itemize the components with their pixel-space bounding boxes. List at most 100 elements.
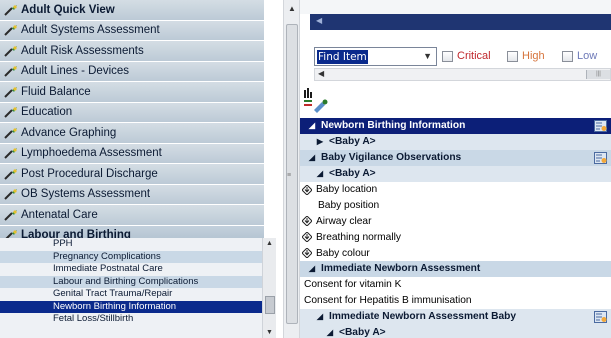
grid-row[interactable]: Consent for Hepatitis B immunisation bbox=[300, 292, 611, 309]
grid-row[interactable]: Consent for vitamin K bbox=[300, 276, 611, 293]
section-item[interactable]: Labour and Birthing Complications bbox=[0, 275, 262, 288]
grid-row-label: Baby Vigilance Observations bbox=[321, 152, 462, 164]
column-header-bar: ◀ bbox=[310, 14, 611, 30]
band-wand-icon bbox=[4, 45, 17, 57]
insert-row-icon[interactable] bbox=[594, 151, 607, 164]
scroll-thumb[interactable]: ||| bbox=[586, 70, 610, 79]
grip-icon: ≡ bbox=[287, 172, 292, 179]
high-filter[interactable]: High bbox=[507, 50, 545, 62]
grid-row[interactable]: ◢ Immediate Newborn Assessment Baby bbox=[300, 308, 611, 325]
scroll-thumb[interactable] bbox=[265, 296, 275, 314]
collapse-arrow-icon[interactable]: ◢ bbox=[306, 153, 318, 162]
band-list-scrollbar[interactable]: ▲ ≡ bbox=[283, 0, 300, 338]
insert-row-icon[interactable] bbox=[594, 310, 607, 323]
band-wand-icon bbox=[4, 4, 17, 16]
band-label: Adult Lines - Devices bbox=[21, 65, 130, 78]
band-label: Adult Risk Assessments bbox=[21, 44, 144, 57]
band-item[interactable]: Advance Graphing bbox=[0, 123, 264, 144]
low-filter[interactable]: Low bbox=[562, 50, 597, 62]
grid-row[interactable]: Baby position bbox=[300, 197, 611, 214]
view-options-icons[interactable] bbox=[301, 86, 331, 114]
find-item-combobox[interactable]: Find Item ▼ bbox=[314, 47, 437, 66]
high-checkbox[interactable] bbox=[507, 50, 518, 62]
chevron-down-icon[interactable]: ▼ bbox=[423, 51, 432, 61]
section-item[interactable]: Pregnancy Complications bbox=[0, 250, 262, 263]
section-item[interactable]: Genital Tract Trauma/Repair bbox=[0, 288, 262, 301]
collapse-arrow-icon[interactable]: ◢ bbox=[324, 328, 336, 337]
scroll-left-arrow-icon[interactable]: ◀ bbox=[318, 69, 324, 78]
section-list: PPH Pregnancy Complications Immediate Post… bbox=[0, 238, 262, 338]
section-item[interactable]: Immediate Postnatal Care bbox=[0, 263, 262, 276]
header-strip bbox=[300, 0, 611, 14]
grid-row-label: <Baby A> bbox=[329, 136, 376, 148]
band-item[interactable]: Adult Lines - Devices bbox=[0, 61, 264, 82]
grid-row[interactable]: Airway clear bbox=[300, 213, 611, 230]
high-label: High bbox=[522, 50, 545, 62]
grid-row-label: Immediate Newborn Assessment Baby bbox=[329, 311, 517, 323]
grid-row-label: Immediate Newborn Assessment bbox=[321, 263, 481, 275]
band-label: Adult Systems Assessment bbox=[21, 24, 160, 37]
band-label: Fluid Balance bbox=[21, 85, 91, 98]
grid-row[interactable]: Baby colour bbox=[300, 245, 611, 262]
critical-filter[interactable]: Critical bbox=[442, 50, 491, 62]
band-item[interactable]: Post Procedural Discharge bbox=[0, 164, 264, 185]
band-label: Lymphoedema Assessment bbox=[21, 147, 162, 160]
grid-row[interactable]: Breathing normally bbox=[300, 229, 611, 246]
low-checkbox[interactable] bbox=[562, 50, 573, 62]
grid-row-label: Baby position bbox=[318, 199, 380, 211]
grid-row-label: Baby colour bbox=[316, 247, 370, 259]
grid-row[interactable]: ◢ Baby Vigilance Observations bbox=[300, 149, 611, 166]
critical-checkbox[interactable] bbox=[442, 50, 453, 62]
collapse-arrow-icon[interactable]: ◢ bbox=[306, 121, 318, 130]
grid-row[interactable]: ◢ <Baby A> bbox=[300, 324, 611, 338]
grid-row-label: Breathing normally bbox=[316, 231, 401, 243]
find-item-text[interactable]: Find Item bbox=[317, 49, 368, 64]
scroll-up-arrow-icon[interactable]: ▲ bbox=[288, 4, 296, 13]
band-label: OB Systems Assessment bbox=[21, 188, 151, 201]
band-item[interactable]: Adult Systems Assessment bbox=[0, 20, 264, 41]
band-label: Adult Quick View bbox=[21, 3, 115, 16]
band-label: Education bbox=[21, 106, 73, 119]
band-item[interactable]: Antenatal Care bbox=[0, 205, 264, 226]
collapse-arrow-icon[interactable]: ◢ bbox=[314, 312, 326, 321]
grid-row[interactable]: ◢ Newborn Birthing Information bbox=[300, 118, 611, 134]
critical-label: Critical bbox=[457, 50, 491, 62]
grid-row[interactable]: ◢ <Baby A> bbox=[300, 165, 611, 182]
documentation-pane: ◀ Find Item ▼ Critical High Low ◀ ||| ◢ N… bbox=[300, 0, 611, 338]
collapse-arrow-icon[interactable]: ◢ bbox=[314, 169, 326, 178]
required-diamond-icon bbox=[302, 248, 312, 259]
grid-row-label: Airway clear bbox=[316, 215, 372, 227]
expand-arrow-icon[interactable]: ▶ bbox=[314, 137, 326, 146]
scroll-down-arrow-icon[interactable]: ▼ bbox=[266, 329, 273, 336]
section-item[interactable]: PPH bbox=[0, 238, 262, 251]
documentation-grid: ◢ Newborn Birthing Information ▶ <Baby A> ◢ B… bbox=[300, 118, 611, 338]
grid-row-label: Baby location bbox=[316, 184, 378, 195]
band-item[interactable]: Adult Risk Assessments bbox=[0, 41, 264, 62]
band-item[interactable]: Lymphoedema Assessment bbox=[0, 143, 264, 164]
band-wand-icon bbox=[4, 66, 17, 77]
grid-row[interactable]: Baby location bbox=[300, 181, 611, 198]
section-item[interactable]: Fetal Loss/Stillbirth bbox=[0, 313, 262, 326]
insert-row-icon[interactable] bbox=[594, 120, 607, 132]
section-item[interactable]: Newborn Birthing Information bbox=[0, 300, 262, 313]
chart-flowsheet-icon[interactable] bbox=[301, 86, 331, 114]
band-wand-icon bbox=[4, 86, 17, 98]
horizontal-scrollbar[interactable]: ◀ ||| bbox=[314, 68, 611, 81]
scroll-left-arrow-icon[interactable]: ◀ bbox=[316, 16, 322, 25]
band-wand-icon bbox=[4, 107, 17, 118]
required-diamond-icon bbox=[302, 232, 312, 243]
band-item[interactable]: Adult Quick View bbox=[0, 0, 264, 21]
band-item[interactable]: Fluid Balance bbox=[0, 82, 264, 103]
grid-row[interactable]: ◢ Immediate Newborn Assessment bbox=[300, 261, 611, 277]
grid-row-label: Consent for Hepatitis B immunisation bbox=[304, 295, 472, 307]
band-label: Advance Graphing bbox=[21, 126, 117, 139]
grid-row-label: <Baby A> bbox=[329, 168, 376, 180]
collapse-arrow-icon[interactable]: ◢ bbox=[306, 264, 318, 273]
scroll-up-arrow-icon[interactable]: ▲ bbox=[266, 240, 273, 247]
grid-row[interactable]: ▶ <Baby A> bbox=[300, 133, 611, 150]
band-wand-icon bbox=[4, 168, 17, 180]
band-item[interactable]: Education bbox=[0, 102, 264, 123]
section-list-scrollbar[interactable]: ▲ ▼ bbox=[262, 238, 276, 338]
band-item[interactable]: OB Systems Assessment bbox=[0, 184, 264, 205]
band-label: Antenatal Care bbox=[21, 208, 98, 221]
